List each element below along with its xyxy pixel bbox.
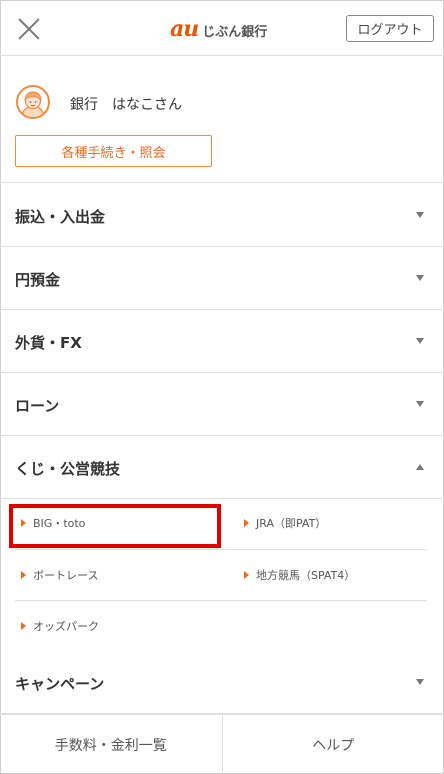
procedures-button[interactable]: 各種手続き・照会 (15, 135, 212, 167)
submenu-item-label: JRA（即PAT） (256, 517, 327, 530)
menu-item-label: 振込・入出金 (15, 208, 106, 226)
menu-item-transfer[interactable]: 振込・入出金 (0, 184, 444, 247)
chevron-down-icon (416, 275, 424, 281)
submenu-item-big-toto[interactable]: BIG・toto (15, 498, 215, 548)
menu-item-foreign-fx[interactable]: 外貨・FX (0, 310, 444, 373)
arrow-right-icon (244, 571, 249, 579)
chevron-up-icon (416, 464, 424, 470)
logo-text: じぶん銀行 (202, 25, 268, 40)
chevron-down-icon (416, 401, 424, 407)
logout-button[interactable]: ログアウト (346, 15, 434, 42)
submenu-item-spat4[interactable]: 地方競馬（SPAT4） (238, 550, 428, 600)
arrow-right-icon (21, 571, 26, 579)
menu-item-loan[interactable]: ローン (0, 373, 444, 436)
menu-item-label: キャンペーン (15, 675, 105, 693)
lottery-submenu: BIG・toto JRA（即PAT） ボートレース 地方競馬（SPAT4） オッ… (0, 498, 444, 651)
logo-mark: au (170, 16, 199, 42)
submenu-item-label: 地方競馬（SPAT4） (256, 569, 356, 582)
user-name: 銀行 はなこさん (70, 97, 182, 113)
chevron-down-icon (416, 679, 424, 685)
submenu-item-label: BIG・toto (33, 517, 86, 530)
brand-logo: au じぶん銀行 (170, 16, 268, 42)
arrow-right-icon (21, 622, 26, 630)
user-avatar-icon (16, 85, 50, 119)
arrow-right-icon (21, 519, 26, 527)
chevron-down-icon (416, 212, 424, 218)
chevron-down-icon (416, 338, 424, 344)
profile-section: 銀行 はなこさん 各種手続き・照会 (0, 57, 444, 183)
submenu-item-label: オッズパーク (33, 620, 99, 633)
fees-rates-button[interactable]: 手数料・金利一覧 (0, 715, 222, 774)
menu-item-label: 円預金 (15, 271, 61, 289)
menu-item-campaign[interactable]: キャンペーン (0, 651, 444, 714)
footer: 手数料・金利一覧 ヘルプ (0, 714, 444, 774)
submenu-item-boat-race[interactable]: ボートレース (15, 550, 215, 600)
submenu-item-odds-park[interactable]: オッズパーク (15, 601, 215, 651)
menu-item-label: くじ・公営競技 (15, 460, 121, 478)
menu-item-label: ローン (15, 397, 60, 415)
header: au じぶん銀行 ログアウト (0, 0, 444, 56)
menu-item-yen-deposit[interactable]: 円預金 (0, 247, 444, 310)
help-button[interactable]: ヘルプ (221, 715, 444, 774)
submenu-item-jra[interactable]: JRA（即PAT） (238, 498, 428, 548)
menu-item-label: 外貨・FX (15, 334, 82, 352)
close-icon[interactable] (16, 16, 42, 42)
menu-item-lottery-racing[interactable]: くじ・公営競技 (0, 436, 444, 499)
arrow-right-icon (244, 519, 249, 527)
submenu-item-label: ボートレース (33, 569, 99, 582)
